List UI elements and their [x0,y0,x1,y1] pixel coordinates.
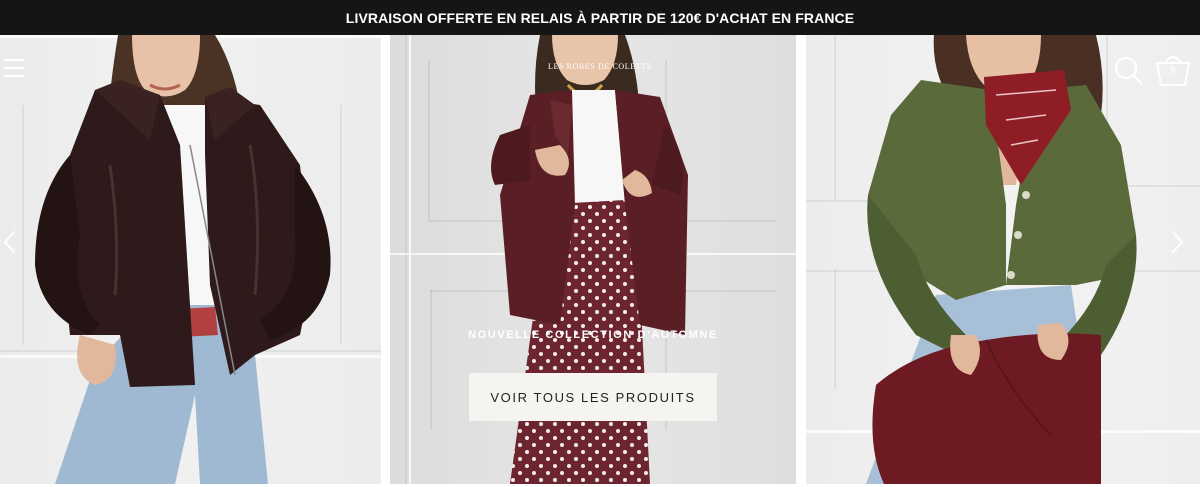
hero-banner: LES ROBES DE COLETTE 0 NOUVELLE COLLECTI… [0,35,1200,487]
hero-image-green-cardigan [806,35,1200,484]
cart-count-badge: 0 [1170,65,1176,75]
announcement-text: LIVRAISON OFFERTE EN RELAIS À PARTIR DE … [345,9,855,26]
site-logo[interactable]: LES ROBES DE COLETTE [548,62,652,71]
collection-title: NOUVELLE COLLECTION D'AUTOMNE [468,329,718,341]
view-all-products-button[interactable]: VOIR TOUS LES PRODUITS [469,373,717,421]
announcement-bar: LIVRAISON OFFERTE EN RELAIS À PARTIR DE … [0,0,1200,35]
slider-prev-button[interactable] [0,227,22,257]
model-figure-1 [35,35,331,484]
chevron-left-icon [4,231,15,253]
model-figure-3 [866,35,1137,484]
search-icon[interactable] [1113,55,1143,85]
slider-next-button[interactable] [1166,227,1188,257]
site-logo-text: LES ROBES DE COLETTE [548,62,653,71]
hamburger-menu-icon[interactable] [2,57,26,79]
cart-button[interactable]: 0 [1155,53,1191,87]
chevron-right-icon [1172,231,1183,253]
hero-image-leather-jacket [0,35,381,484]
